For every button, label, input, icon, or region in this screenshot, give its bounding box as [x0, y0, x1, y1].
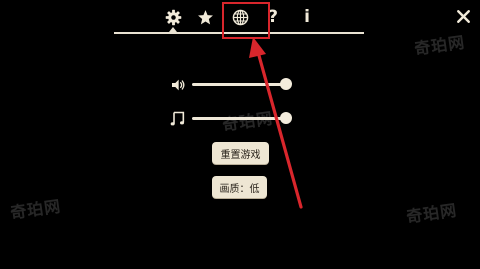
watermark-text: 奇珀网: [413, 32, 467, 59]
annotation-arrow: [249, 37, 303, 209]
info-icon: i: [304, 6, 310, 27]
music-volume-slider[interactable]: [192, 117, 286, 120]
question-icon: ?: [268, 6, 278, 27]
tab-help[interactable]: ?: [262, 6, 284, 28]
watermark: 奇珀网: [212, 98, 274, 142]
globe-icon: [232, 9, 249, 26]
tab-favorites[interactable]: [194, 6, 216, 28]
speaker-icon: [168, 75, 188, 95]
watermark-text: 奇珀网: [9, 196, 63, 223]
watermark: 奇珀网: [0, 186, 62, 230]
graphics-quality-button[interactable]: 画质：低: [212, 176, 267, 198]
music-note-icon: [168, 108, 188, 128]
sound-volume-thumb[interactable]: [280, 78, 292, 90]
star-icon: [197, 9, 214, 26]
tab-settings[interactable]: [162, 6, 184, 28]
close-button[interactable]: [452, 7, 474, 29]
watermark: 奇珀网: [396, 190, 458, 234]
tab-language[interactable]: [229, 6, 251, 28]
close-icon: [456, 9, 471, 28]
tab-info[interactable]: i: [296, 6, 318, 28]
gear-icon: [165, 9, 182, 26]
graphics-quality-label: 画质：低: [219, 183, 260, 195]
settings-screen: 奇珀网 奇珀网 奇珀网 奇珀网 ? i 重置游戏 画质：低: [0, 0, 480, 269]
watermark-text: 奇珀网: [221, 108, 275, 135]
reset-game-button[interactable]: 重置游戏: [212, 142, 269, 164]
tab-bar-divider: [114, 32, 364, 34]
sound-volume-slider[interactable]: [192, 83, 286, 86]
watermark-text: 奇珀网: [405, 200, 459, 227]
music-volume-thumb[interactable]: [280, 112, 292, 124]
reset-game-label: 重置游戏: [220, 149, 261, 161]
